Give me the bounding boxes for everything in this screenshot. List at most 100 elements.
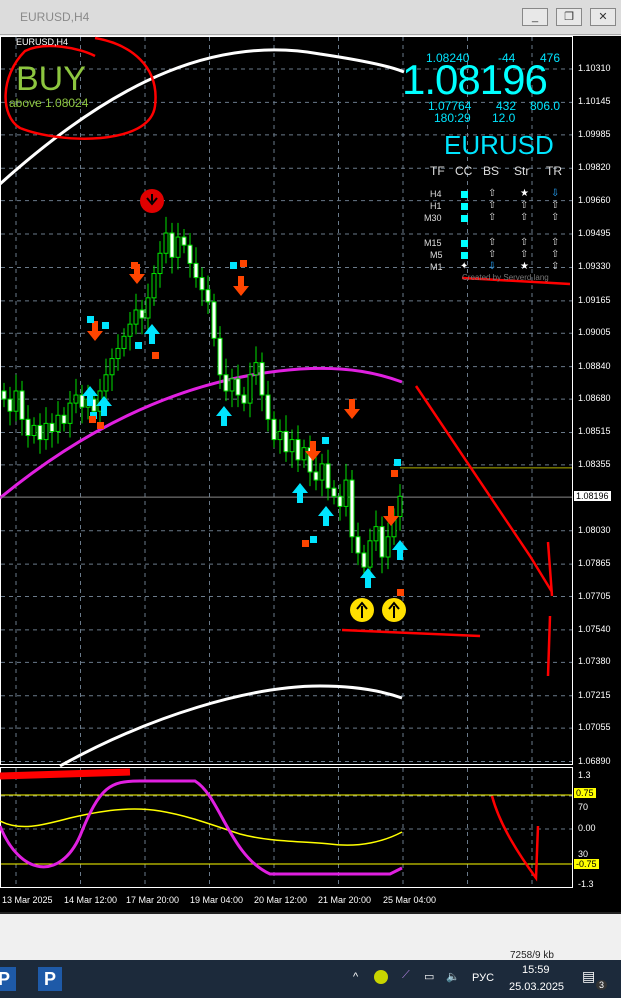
cyan-square	[102, 322, 109, 329]
candle-body	[355, 536, 361, 554]
candle-body	[13, 390, 19, 412]
hdr-str: Str	[514, 164, 530, 178]
oscillator-yellow	[0, 808, 403, 846]
tray-feather-icon[interactable]: ⟋	[402, 969, 410, 982]
info-price: 1.08196	[402, 56, 548, 103]
clock-date[interactable]: 25.03.2025	[509, 981, 564, 993]
row-tf: M1	[430, 262, 443, 272]
signal-label: BUY	[16, 60, 86, 98]
window-title: EURUSD,H4	[20, 10, 90, 24]
candle-body	[313, 471, 319, 481]
network-icon[interactable]: ▭	[424, 970, 434, 983]
candle-body	[325, 463, 331, 489]
str-icon: ★	[520, 188, 529, 199]
price-axis-label: 1.09005	[578, 327, 611, 338]
notification-count: 3	[596, 980, 608, 990]
time-axis-label: 20 Mar 12:00	[254, 895, 308, 905]
bs-arrow-icon: ⇧	[488, 212, 497, 223]
candle-body	[349, 479, 355, 538]
price-axis-label: 1.08840	[578, 360, 611, 371]
price-axis-label: 1.07540	[578, 623, 611, 634]
volume-icon[interactable]: 🔈	[446, 970, 460, 983]
row-tf: M15	[424, 238, 442, 248]
orange-square	[391, 470, 398, 477]
candle-body	[295, 439, 301, 461]
row-tf: H1	[430, 201, 442, 211]
candle-body	[259, 362, 265, 396]
candle-body	[19, 390, 25, 420]
cyan-square	[322, 437, 329, 444]
current-price-tag: 1.08196	[574, 491, 611, 501]
tr-arrow-icon: ⇩	[551, 188, 560, 199]
candle-body	[319, 463, 325, 481]
ind-axis-1: 70	[578, 802, 589, 812]
cyan-square	[135, 342, 142, 349]
row-tf: H4	[430, 189, 442, 199]
candle-body	[199, 277, 205, 291]
cyan-square	[310, 536, 317, 543]
price-chart[interactable]: EURUSD,H4 BUY above 1.08024 1.08240 -44 …	[0, 36, 621, 912]
candle-body	[25, 418, 31, 437]
candle-body	[1, 390, 7, 400]
hdr-tf: TF	[430, 164, 445, 178]
price-axis-label: 1.07055	[578, 722, 611, 733]
hdr-cc: CC	[455, 164, 473, 178]
hdr-tr: TR	[546, 164, 562, 178]
cc-square-icon	[461, 252, 468, 259]
cc-square-icon	[461, 240, 468, 247]
cyan-square	[394, 459, 401, 466]
envelope-mid	[0, 366, 403, 500]
row-tf: M5	[430, 250, 443, 260]
candle-body	[247, 374, 253, 404]
price-axis-label: 1.08680	[578, 393, 611, 404]
app-icon-2[interactable]: P	[38, 967, 62, 991]
candle-body	[115, 347, 121, 360]
up-arrow-icon	[216, 406, 232, 426]
minimize-button[interactable]: _	[522, 8, 548, 26]
candle-body	[145, 297, 151, 319]
candle-body	[49, 422, 55, 432]
candle-body	[379, 526, 385, 558]
candle-body	[253, 362, 259, 376]
chart-symbol-label: EURUSD,H4	[16, 37, 69, 47]
price-axis-label: 1.08515	[578, 426, 611, 437]
envelope-lower	[59, 684, 403, 768]
tr-arrow-icon: ⇧	[551, 200, 560, 211]
tray-chevron-icon[interactable]: ^	[353, 971, 358, 983]
candle-body	[373, 526, 379, 542]
info-v3: 806.0	[530, 99, 561, 113]
close-button[interactable]: ✕	[590, 8, 616, 26]
down-arrow-icon	[344, 399, 360, 419]
clock-time[interactable]: 15:59	[522, 964, 550, 976]
annotation-arrow-ind	[490, 795, 540, 882]
time-axis-label: 25 Mar 04:00	[383, 895, 437, 905]
price-axis-label: 1.09165	[578, 294, 611, 305]
cc-square-icon	[461, 203, 468, 210]
time-axis-label: 17 Mar 20:00	[126, 895, 180, 905]
candle-body	[187, 244, 193, 264]
up-arrow-icon	[360, 568, 376, 588]
tray-app-icon[interactable]	[374, 970, 388, 984]
candle-body	[61, 414, 67, 424]
down-arrow-icon	[87, 321, 103, 341]
indicator-frame	[0, 767, 573, 888]
taskbar: P P ^ ⟋ ▭ 🔈 РУС 15:59 25.03.2025 ▤ 3	[0, 960, 621, 998]
price-axis-label: 1.06890	[578, 755, 611, 766]
notification-icon[interactable]: ▤	[582, 968, 595, 985]
price-axis-label: 1.10145	[578, 96, 611, 107]
cc-square-icon	[461, 215, 468, 222]
app-icon-1[interactable]: P	[0, 967, 16, 991]
bs-arrow-icon: ⇧	[488, 188, 497, 199]
tr-arrow-icon: ⇧	[551, 212, 560, 223]
language-indicator[interactable]: РУС	[472, 972, 494, 984]
candle-body	[241, 394, 247, 404]
ind-level-low: -0.75	[574, 859, 599, 869]
orange-square	[302, 540, 309, 547]
price-axis-label: 1.07215	[578, 689, 611, 700]
restore-button[interactable]: ❐	[556, 8, 582, 26]
candle-body	[181, 236, 187, 246]
candle-body	[79, 394, 85, 408]
str-icon: ⇧	[520, 249, 529, 260]
candle-body	[175, 236, 181, 258]
hdr-bs: BS	[483, 164, 500, 178]
